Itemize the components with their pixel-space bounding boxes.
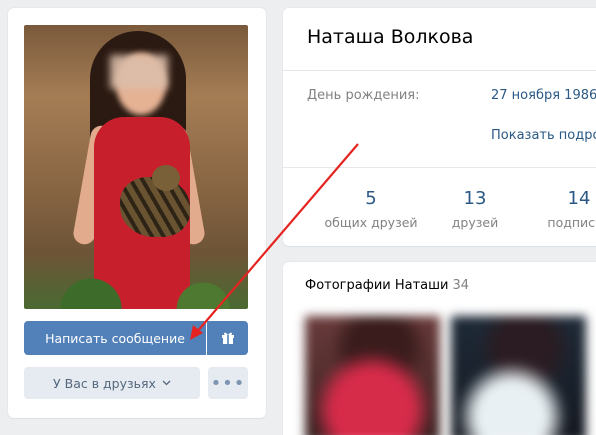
stat-label: подписчи <box>547 215 596 230</box>
photo-thumbnail[interactable] <box>451 316 586 435</box>
chevron-down-icon <box>162 380 171 386</box>
photos-card: Фотографии Наташи 34 <box>283 262 596 435</box>
show-details-link[interactable]: Показать подро <box>491 128 596 143</box>
gift-icon <box>221 332 234 344</box>
stat-label: друзей <box>451 215 499 230</box>
stat-mutual-friends[interactable]: 5 общих друзей <box>323 188 419 230</box>
avatar-blur <box>110 55 168 89</box>
stat-friends[interactable]: 13 друзей <box>427 188 523 230</box>
send-message-button[interactable]: Написать сообщение <box>24 321 206 355</box>
friends-row: У Вас в друзьях ••• <box>24 367 248 399</box>
friends-status-button[interactable]: У Вас в друзьях <box>24 367 200 399</box>
stat-value: 13 <box>463 188 487 209</box>
divider <box>283 167 596 168</box>
photo-thumbnail[interactable] <box>305 316 440 435</box>
friends-status-label: У Вас в друзьях <box>53 375 156 391</box>
photos-count: 34 <box>452 278 470 293</box>
stat-value: 14 <box>567 188 591 209</box>
message-row: Написать сообщение <box>24 321 248 355</box>
page-title: Наташа Волкова <box>307 26 474 48</box>
gift-button[interactable] <box>207 321 248 355</box>
divider <box>283 70 596 71</box>
birthday-label: День рождения: <box>307 88 420 103</box>
profile-left-card: Написать сообщение У Вас в друзьях ••• <box>8 8 266 418</box>
avatar-cat-head <box>152 165 180 191</box>
stat-followers[interactable]: 14 подписчи <box>531 188 596 230</box>
birthday-value[interactable]: 27 ноября 1986 <box>491 88 596 103</box>
profile-info-card: Наташа Волкова День рождения: 27 ноября … <box>283 8 596 246</box>
avatar-plant <box>24 269 248 309</box>
photos-title: Фотографии Наташи <box>305 278 449 293</box>
photos-header[interactable]: Фотографии Наташи 34 <box>305 278 469 293</box>
profile-avatar[interactable] <box>24 25 248 309</box>
stat-value: 5 <box>365 188 377 209</box>
more-icon[interactable]: ••• <box>208 367 248 399</box>
stat-label: общих друзей <box>324 215 418 230</box>
